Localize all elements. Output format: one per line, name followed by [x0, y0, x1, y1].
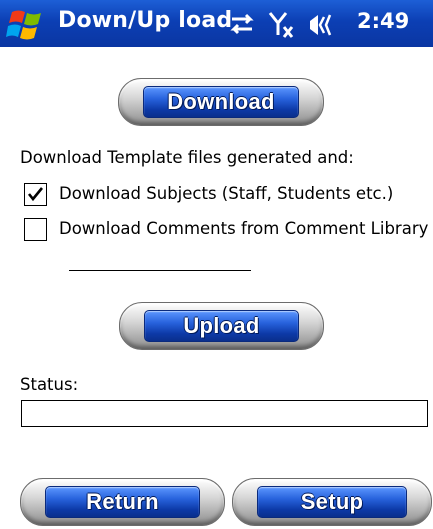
status-label: Status: — [20, 375, 79, 394]
app-title: Down/Up load — [58, 8, 233, 33]
download-button-label: Download — [167, 89, 275, 114]
download-instruction: Download Template files generated and: — [20, 148, 354, 167]
sync-icon[interactable] — [230, 13, 254, 35]
return-button[interactable]: Return — [20, 478, 225, 526]
checkmark-icon — [27, 187, 44, 202]
download-button[interactable]: Download — [118, 78, 324, 126]
speaker-icon[interactable] — [310, 14, 332, 36]
upload-button[interactable]: Upload — [119, 302, 324, 350]
signal-off-icon[interactable] — [268, 12, 294, 38]
title-bar: Down/Up load 2:49 — [0, 0, 433, 47]
setup-button-label: Setup — [300, 489, 364, 514]
download-subjects-label[interactable]: Download Subjects (Staff, Students etc.) — [59, 184, 393, 203]
status-field — [21, 400, 428, 427]
download-comments-label[interactable]: Download Comments from Comment Library — [59, 219, 428, 238]
windows-start-icon[interactable] — [6, 8, 50, 42]
download-comments-checkbox[interactable] — [24, 218, 47, 241]
status-icons — [230, 12, 332, 38]
clock[interactable]: 2:49 — [357, 9, 409, 33]
section-divider — [69, 270, 251, 271]
download-subjects-checkbox[interactable] — [24, 183, 47, 206]
upload-button-label: Upload — [183, 313, 260, 338]
setup-button[interactable]: Setup — [232, 478, 432, 526]
return-button-label: Return — [86, 489, 159, 514]
